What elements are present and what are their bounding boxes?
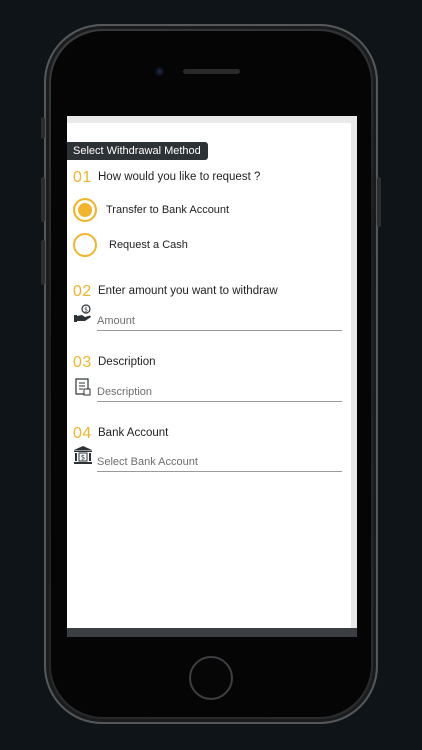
app-screen: Select Withdrawal Method 01 How would yo… xyxy=(67,116,357,628)
step-4-number: 04 xyxy=(73,425,92,442)
amount-input[interactable] xyxy=(97,312,342,331)
step-1-label: How would you like to request ? xyxy=(98,171,261,183)
step-4-label: Bank Account xyxy=(98,427,169,439)
silent-switch xyxy=(41,117,45,139)
bank-icon: $ xyxy=(74,446,92,464)
earpiece-speaker xyxy=(183,69,240,74)
step-3-number: 03 xyxy=(73,354,92,371)
radio-request-cash[interactable] xyxy=(73,233,97,257)
description-input[interactable] xyxy=(97,383,342,402)
section-title: Select Withdrawal Method xyxy=(67,142,208,160)
power-button xyxy=(377,177,381,227)
receipt-icon xyxy=(75,378,91,396)
step-3-label: Description xyxy=(98,356,156,368)
volume-down-button xyxy=(41,240,45,285)
step-2-label: Enter amount you want to withdraw xyxy=(98,285,278,297)
radio-transfer-bank-label[interactable]: Transfer to Bank Account xyxy=(106,202,229,218)
radio-transfer-bank[interactable] xyxy=(73,198,97,222)
home-button[interactable] xyxy=(189,656,233,700)
svg-text:$: $ xyxy=(84,307,88,314)
bank-account-select[interactable] xyxy=(97,453,342,472)
withdrawal-form: Select Withdrawal Method 01 How would yo… xyxy=(67,123,351,628)
screen-bottom-bar xyxy=(67,628,357,637)
front-camera xyxy=(155,67,164,76)
svg-text:$: $ xyxy=(81,454,85,462)
radio-request-cash-label[interactable]: Request a Cash xyxy=(109,237,188,253)
money-hand-icon: $ xyxy=(74,304,91,322)
step-2-number: 02 xyxy=(73,283,92,300)
volume-up-button xyxy=(41,177,45,222)
step-1-number: 01 xyxy=(73,169,92,186)
